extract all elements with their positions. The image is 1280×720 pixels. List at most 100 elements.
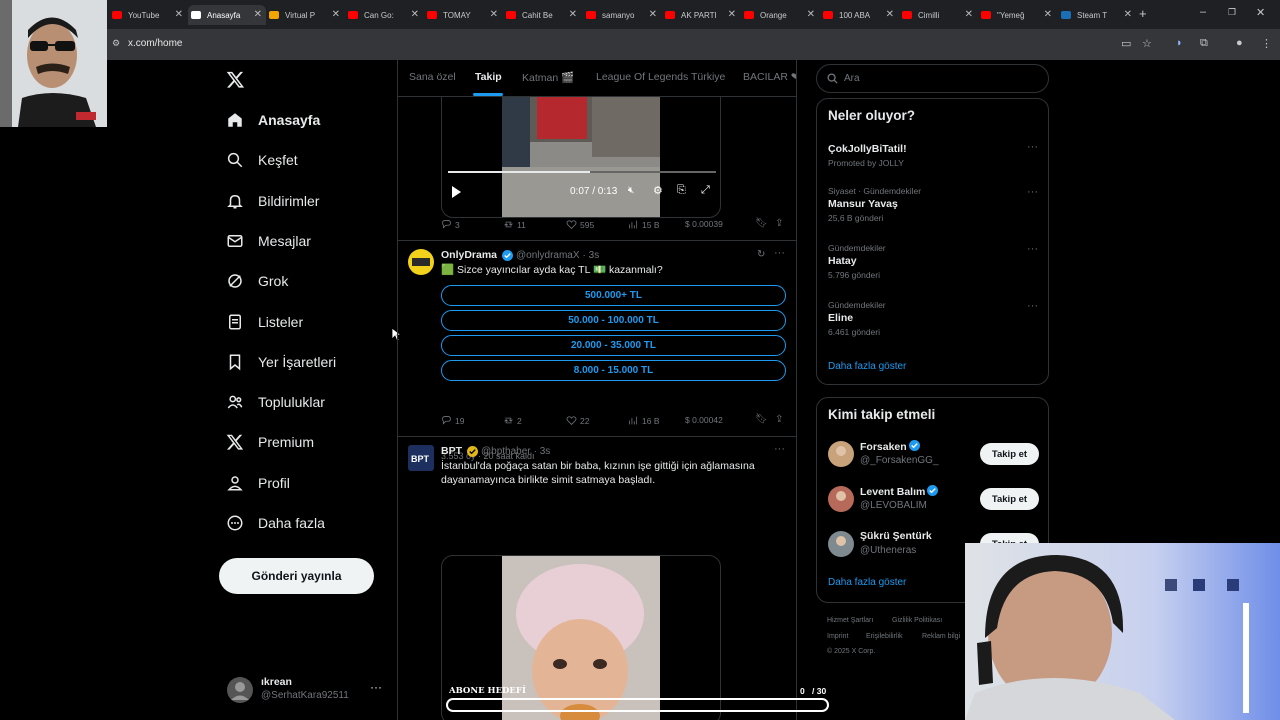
nav-item[interactable]: Yer İşaretleri xyxy=(226,346,336,378)
more-dots-icon[interactable]: ··· xyxy=(1027,243,1038,255)
browser-tab[interactable]: Cahit Be ✕ xyxy=(503,5,581,25)
more-dots-icon[interactable]: ··· xyxy=(774,443,785,455)
star-icon[interactable]: ☆ xyxy=(1142,37,1152,50)
trend-item[interactable]: Siyaset · Gündemdekiler Mansur Yavaş 25,6 … xyxy=(828,186,1038,223)
footer-link[interactable]: Imprint xyxy=(827,633,848,640)
fullscreen-icon[interactable]: ⤢ xyxy=(701,184,710,197)
follow-button[interactable]: Takip et xyxy=(980,443,1039,465)
browser-tab[interactable]: Cimilli ✕ xyxy=(899,5,977,25)
more-dots-icon[interactable]: ··· xyxy=(774,247,785,259)
cast-icon[interactable]: ▭ xyxy=(1121,37,1131,50)
tab-close-icon[interactable]: ✕ xyxy=(965,9,973,20)
feed-tab[interactable]: League Of Legends Türkiye xyxy=(596,71,725,83)
extension-icon[interactable]: ◗ xyxy=(1176,37,1183,49)
play-icon[interactable] xyxy=(451,186,461,198)
author-handle[interactable]: @bpthaber xyxy=(481,446,531,457)
author-name[interactable]: BPT xyxy=(441,445,462,457)
feed-tab[interactable]: Katman 🎬 xyxy=(522,71,574,84)
trend-item[interactable]: Gündemdekiler Hatay 5.796 gönderi ··· xyxy=(828,243,1038,280)
tweet-replies-button[interactable]: 19 xyxy=(441,415,464,426)
minimize-icon[interactable]: – xyxy=(1200,6,1206,18)
browser-tab[interactable]: Orange ✕ xyxy=(741,5,819,25)
nav-item[interactable]: Mesajlar xyxy=(226,225,311,257)
search-input[interactable]: Ara xyxy=(816,64,1049,93)
feed-tab[interactable]: Sana özel xyxy=(409,71,456,83)
nav-item[interactable]: Keşfet xyxy=(226,144,298,176)
more-dots-icon[interactable]: ··· xyxy=(1027,300,1038,312)
tab-close-icon[interactable]: ✕ xyxy=(332,9,340,20)
nav-item[interactable]: Premium xyxy=(226,426,314,458)
trends-show-more-link[interactable]: Daha fazla göster xyxy=(828,361,906,372)
footer-link[interactable]: Erişilebilirlik xyxy=(866,633,903,640)
x-logo[interactable] xyxy=(226,70,245,94)
browser-tab[interactable]: "Yemeğ ✕ xyxy=(978,5,1056,25)
tweet-likes-button[interactable]: 22 xyxy=(566,415,589,426)
poll-option[interactable]: 50.000 - 100.000 TL xyxy=(441,310,786,331)
share-icon[interactable]: ⇪ xyxy=(775,218,783,229)
author-handle[interactable]: @onlydramaX xyxy=(516,250,580,261)
follow-button[interactable]: Takip et xyxy=(980,488,1039,510)
tweet-tips-button[interactable]: $ 0.00042 xyxy=(685,415,723,425)
browser-tab[interactable]: 100 ABA ✕ xyxy=(820,5,898,25)
maximize-icon[interactable]: ❐ xyxy=(1228,7,1236,18)
more-dots-icon[interactable]: ··· xyxy=(370,680,382,694)
extensions-puzzle-icon[interactable]: ⧉ xyxy=(1200,37,1208,50)
tab-close-icon[interactable]: ✕ xyxy=(649,9,657,20)
browser-tab[interactable]: Virtual P ✕ xyxy=(266,5,344,25)
tab-close-icon[interactable]: ✕ xyxy=(175,9,183,20)
browser-tab[interactable]: AK PARTI ✕ xyxy=(662,5,740,25)
tab-close-icon[interactable]: ✕ xyxy=(1044,9,1052,20)
tab-close-icon[interactable]: ✕ xyxy=(254,9,262,20)
site-info-icon[interactable]: ⚙ xyxy=(112,38,120,49)
mute-icon[interactable]: 🔇︎ xyxy=(628,185,634,196)
pip-icon[interactable]: ⎘ xyxy=(677,184,686,197)
post-button[interactable]: Gönderi yayınla xyxy=(219,558,374,594)
new-tab-icon[interactable]: + xyxy=(1139,6,1147,21)
browser-tab[interactable]: Steam T ✕ xyxy=(1058,5,1136,25)
tab-close-icon[interactable]: ✕ xyxy=(1124,9,1132,20)
browser-tab[interactable]: Anasayfa ✕ xyxy=(188,5,266,25)
tab-close-icon[interactable]: ✕ xyxy=(411,9,419,20)
grok-refresh-icon[interactable]: ↻ xyxy=(757,249,765,260)
profile-icon[interactable]: ● xyxy=(1236,37,1243,49)
tab-close-icon[interactable]: ✕ xyxy=(807,9,815,20)
menu-dots-icon[interactable]: ⋮ xyxy=(1261,37,1272,50)
follow-suggestion[interactable]: Forsaken @_ForsakenGG_ Takip et xyxy=(817,439,1050,475)
poll-option[interactable]: 8.000 - 15.000 TL xyxy=(441,360,786,381)
follow-show-more-link[interactable]: Daha fazla göster xyxy=(828,577,906,588)
nav-item[interactable]: Profil xyxy=(226,467,290,499)
footer-link[interactable]: Reklam bilgi xyxy=(922,633,960,640)
poll-option[interactable]: 20.000 - 35.000 TL xyxy=(441,335,786,356)
trend-item[interactable]: Gündemdekiler Eline 6.461 gönderi ··· xyxy=(828,300,1038,337)
nav-item[interactable]: Grok xyxy=(226,265,288,297)
tab-close-icon[interactable]: ✕ xyxy=(490,9,498,20)
tweet-reposts-button[interactable]: 2 xyxy=(503,415,522,426)
footer-link[interactable]: Hizmet Şartları xyxy=(827,617,873,624)
browser-tab[interactable]: TOMAY ✕ xyxy=(424,5,502,25)
url-text[interactable]: x.com/home xyxy=(128,38,182,49)
tweet-bpt[interactable]: BPT BPT @bpthaber · 3s ··· İstanbul'da p… xyxy=(398,437,796,720)
tweet-views-button[interactable]: 15 B xyxy=(628,219,660,230)
bookmark-icon[interactable]: 🔖︎ xyxy=(755,218,768,229)
browser-tab[interactable]: YouTube ✕ xyxy=(109,5,187,25)
more-dots-icon[interactable]: ··· xyxy=(1027,186,1038,198)
browser-tab[interactable]: samanyo ✕ xyxy=(583,5,661,25)
tab-close-icon[interactable]: ✕ xyxy=(569,9,577,20)
nav-item[interactable]: Daha fazla xyxy=(226,507,325,539)
tweet-tips-button[interactable]: $ 0.00039 xyxy=(685,219,723,229)
footer-link[interactable]: Gizlilik Politikası xyxy=(892,617,942,624)
nav-item[interactable]: Bildirimler xyxy=(226,185,319,217)
settings-gear-icon[interactable]: ⚙ xyxy=(653,184,663,197)
tweet-views-button[interactable]: 16 B xyxy=(628,415,660,426)
nav-item[interactable]: Listeler xyxy=(226,306,303,338)
feed-tab[interactable]: Takip xyxy=(475,71,502,83)
follow-suggestion[interactable]: Levent Balım @LEVOBALIM Takip et xyxy=(817,484,1050,520)
more-dots-icon[interactable]: ··· xyxy=(1027,141,1038,153)
tab-close-icon[interactable]: ✕ xyxy=(728,9,736,20)
feed-tab[interactable]: BACILAR ❤ xyxy=(743,71,796,83)
tab-close-icon[interactable]: ✕ xyxy=(886,9,894,20)
close-window-icon[interactable]: ✕ xyxy=(1256,6,1265,19)
poll-option[interactable]: 500.000+ TL xyxy=(441,285,786,306)
account-switcher[interactable]: ıkrean @SerhatKara92511 ··· xyxy=(226,674,386,706)
author-name[interactable]: OnlyDrama xyxy=(441,249,497,261)
